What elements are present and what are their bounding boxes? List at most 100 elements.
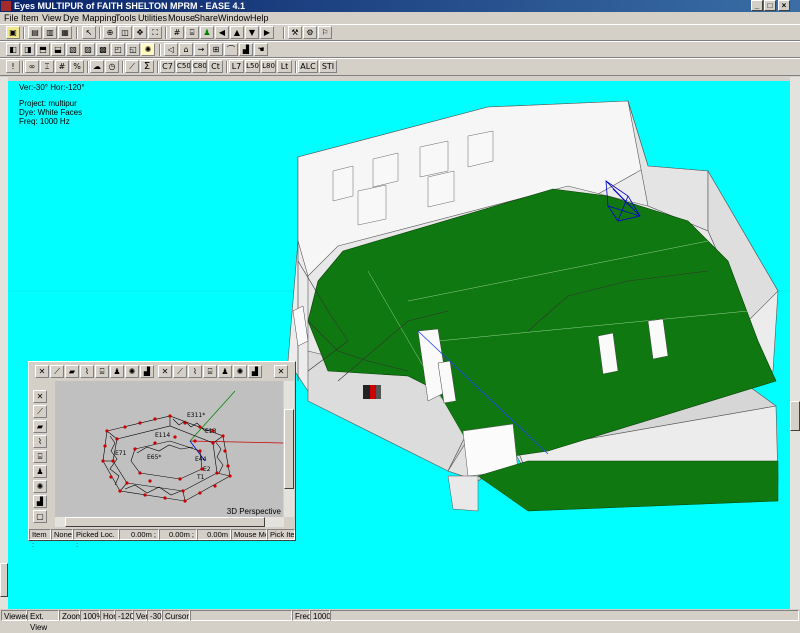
right-scrollbar[interactable] [790,77,800,609]
maximize-button[interactable]: □ [764,0,776,11]
sub-window-close-icon[interactable]: ✕ [274,365,288,378]
pointer-icon[interactable]: ↖ [82,26,96,39]
copy-icon[interactable]: ▦ [58,26,72,39]
sub-person2-icon[interactable]: ♟ [218,365,232,378]
menu-utilities[interactable]: Utilities [138,12,167,24]
alc-button[interactable]: ALC [298,60,318,73]
side-wall-icon[interactable]: ▰ [33,420,47,433]
grid-tool-icon[interactable]: # [55,60,69,73]
side-x-icon[interactable]: ✕ [33,390,47,403]
sub-line-icon[interactable]: ⌇ [80,365,94,378]
side-stair-icon[interactable]: ⌸ [33,450,47,463]
ruler-icon[interactable]: ⌶ [40,60,54,73]
shelf-icon[interactable]: ⌸ [185,26,199,39]
side-slope-icon[interactable]: ⟋ [33,405,47,418]
tool-c-icon[interactable]: ⚐ [318,26,332,39]
sub-person-icon[interactable]: ♟ [110,365,124,378]
ratio-icon[interactable]: % [70,60,84,73]
left-scroll-thumb[interactable] [0,563,8,597]
view-d-icon[interactable]: ⬓ [51,43,65,56]
sub-wall-icon[interactable]: ▰ [65,365,79,378]
sub-bulb2-icon[interactable]: ✺ [233,365,247,378]
arrow-down-icon[interactable]: ▼ [245,26,259,39]
sub-hscroll-thumb[interactable] [65,517,265,527]
left-scrollbar[interactable] [0,77,8,609]
listener-icon[interactable]: ⌂ [179,43,193,56]
print-icon[interactable]: ▥ [43,26,57,39]
view-e-icon[interactable]: ▧ [66,43,80,56]
view-g-icon[interactable]: ▩ [96,43,110,56]
l50-button[interactable]: L50 [245,60,260,73]
l7-button[interactable]: L7 [229,60,244,73]
c7-button[interactable]: C7 [160,60,175,73]
menu-share[interactable]: Share [194,12,218,24]
app-icon[interactable] [1,1,11,11]
sub-chart-icon[interactable]: ▟ [140,365,154,378]
menu-view[interactable]: View [42,12,61,24]
menu-mapping[interactable]: Mapping [82,12,117,24]
menu-help[interactable]: Help [250,12,269,24]
lt-button[interactable]: Lt [277,60,292,73]
arrow-right-icon[interactable]: ▶ [260,26,274,39]
side-line-icon[interactable]: ⌇ [33,435,47,448]
chart-icon[interactable]: ▟ [239,43,253,56]
arrow-left-icon[interactable]: ◀ [215,26,229,39]
grid-icon[interactable]: # [170,26,184,39]
perspective-viewport[interactable]: E311* E114 E13 E71 E65* E44 T1 E2 3D Per… [55,381,283,517]
sub-chart2-icon[interactable]: ▟ [248,365,262,378]
perspective-subwindow[interactable]: ✕ ⟋ ▰ ⌇ ⌸ ♟ ✺ ▟ ✕ ⟋ ⌇ ⌸ ♟ ✺ ▟ ✕ ✕ ⟋ ▰ ⌇ … [28,361,296,549]
sub-line2-icon[interactable]: ⌇ [188,365,202,378]
hand-icon[interactable]: ☚ [254,43,268,56]
cap-icon[interactable]: ⌒ [224,43,238,56]
map-icon[interactable]: ⊞ [209,43,223,56]
zoom-extents-icon[interactable]: ⛶ [148,26,162,39]
menu-item[interactable]: Item [21,12,39,24]
c50-button[interactable]: C50 [176,60,191,73]
view-h-icon[interactable]: ◰ [111,43,125,56]
view-c-icon[interactable]: ⬒ [36,43,50,56]
open-icon[interactable]: ▣ [6,26,20,39]
person-icon[interactable]: ♟ [200,26,214,39]
menu-tools[interactable]: Tools [115,12,136,24]
side-chart-icon[interactable]: ▟ [33,495,47,508]
menu-file[interactable]: File [4,12,19,24]
menu-dye[interactable]: Dye [63,12,79,24]
view-b-icon[interactable]: ◨ [21,43,35,56]
sub-slope2-icon[interactable]: ⟋ [173,365,187,378]
slope-icon[interactable]: ⟋ [125,60,139,73]
view-a-icon[interactable]: ◧ [6,43,20,56]
move-icon[interactable]: ✥ [133,26,147,39]
link-icon[interactable]: ∞ [25,60,39,73]
side-person-icon[interactable]: ♟ [33,465,47,478]
sub-stair2-icon[interactable]: ⌸ [203,365,217,378]
sub-hscrollbar[interactable] [55,517,284,527]
arrow-up-icon[interactable]: ▲ [230,26,244,39]
exclaim-icon[interactable]: ! [6,60,20,73]
sub-slope-icon[interactable]: ⟋ [50,365,64,378]
sum-button[interactable]: Σ [140,60,154,73]
ct-button[interactable]: Ct [208,60,223,73]
sub-vscrollbar[interactable] [284,381,294,517]
bulb-icon[interactable]: ✺ [141,43,155,56]
select-icon[interactable]: ◫ [118,26,132,39]
close-button[interactable]: × [778,0,790,11]
sub-x-icon[interactable]: ✕ [158,365,172,378]
speaker-icon[interactable]: ◁ [164,43,178,56]
sti-button[interactable]: STI [319,60,337,73]
ray-icon[interactable]: ⇝ [194,43,208,56]
side-bulb-icon[interactable]: ✺ [33,480,47,493]
save-icon[interactable]: ▤ [28,26,42,39]
sub-stair-icon[interactable]: ⌸ [95,365,109,378]
right-scroll-thumb[interactable] [790,401,800,431]
side-box-icon[interactable]: ▢ [33,510,47,523]
tool-b-icon[interactable]: ⚙ [303,26,317,39]
l80-button[interactable]: L80 [261,60,276,73]
target-icon[interactable]: ⊕ [103,26,117,39]
clock-icon[interactable]: ◷ [105,60,119,73]
sub-vscroll-thumb[interactable] [284,409,294,489]
sub-close-icon[interactable]: ✕ [35,365,49,378]
menu-mouse[interactable]: Mouse [168,12,195,24]
sub-bulb-icon[interactable]: ✺ [125,365,139,378]
menu-window[interactable]: Window [218,12,250,24]
plot-icon[interactable]: ☁ [90,60,104,73]
